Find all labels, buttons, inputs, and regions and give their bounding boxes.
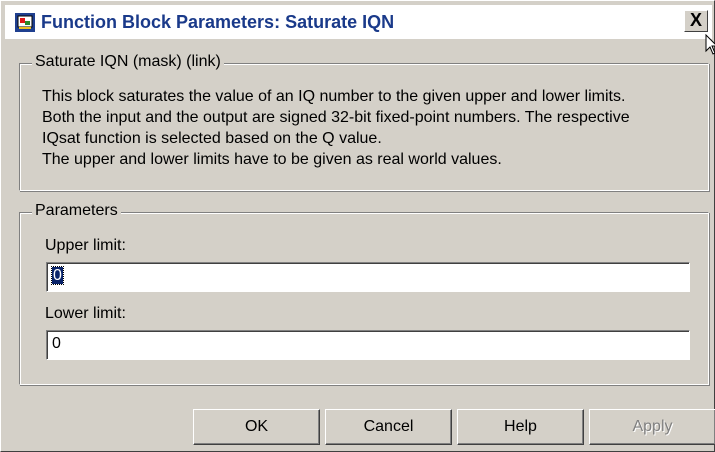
apply-button[interactable]: Apply	[589, 409, 715, 445]
help-button[interactable]: Help	[457, 409, 584, 445]
close-icon: X	[689, 10, 702, 30]
description-line: The upper and lower limits have to be gi…	[42, 151, 502, 168]
block-description: This block saturates the value of an IQ …	[42, 86, 702, 170]
parameters-group-label: Parameters	[32, 202, 121, 220]
description-group: Saturate IQN (mask) (link) This block sa…	[19, 53, 709, 191]
ok-button[interactable]: OK	[193, 409, 320, 445]
parameters-group: Parameters Upper limit: 0 Lower limit: 0	[19, 202, 709, 385]
title-bar[interactable]: Function Block Parameters: Saturate IQN …	[5, 5, 712, 39]
description-line: IQsat function is selected based on the …	[42, 130, 382, 147]
mouse-pointer-icon	[705, 33, 715, 56]
upper-limit-label: Upper limit:	[45, 237, 126, 254]
cancel-button[interactable]: Cancel	[325, 409, 452, 445]
simulink-block-icon[interactable]	[15, 13, 35, 32]
upper-limit-value: 0	[51, 266, 64, 285]
description-line: This block saturates the value of an IQ …	[42, 88, 626, 105]
window-title: Function Block Parameters: Saturate IQN	[41, 12, 395, 32]
lower-limit-label: Lower limit:	[45, 305, 126, 322]
upper-limit-input[interactable]: 0	[46, 262, 690, 292]
close-button[interactable]: X	[684, 10, 708, 32]
dialog-window: Function Block Parameters: Saturate IQN …	[0, 0, 715, 452]
description-line: Both the input and the output are signed…	[42, 109, 630, 126]
description-group-label: Saturate IQN (mask) (link)	[32, 53, 224, 71]
lower-limit-value: 0	[52, 335, 61, 352]
lower-limit-input[interactable]: 0	[46, 330, 690, 360]
